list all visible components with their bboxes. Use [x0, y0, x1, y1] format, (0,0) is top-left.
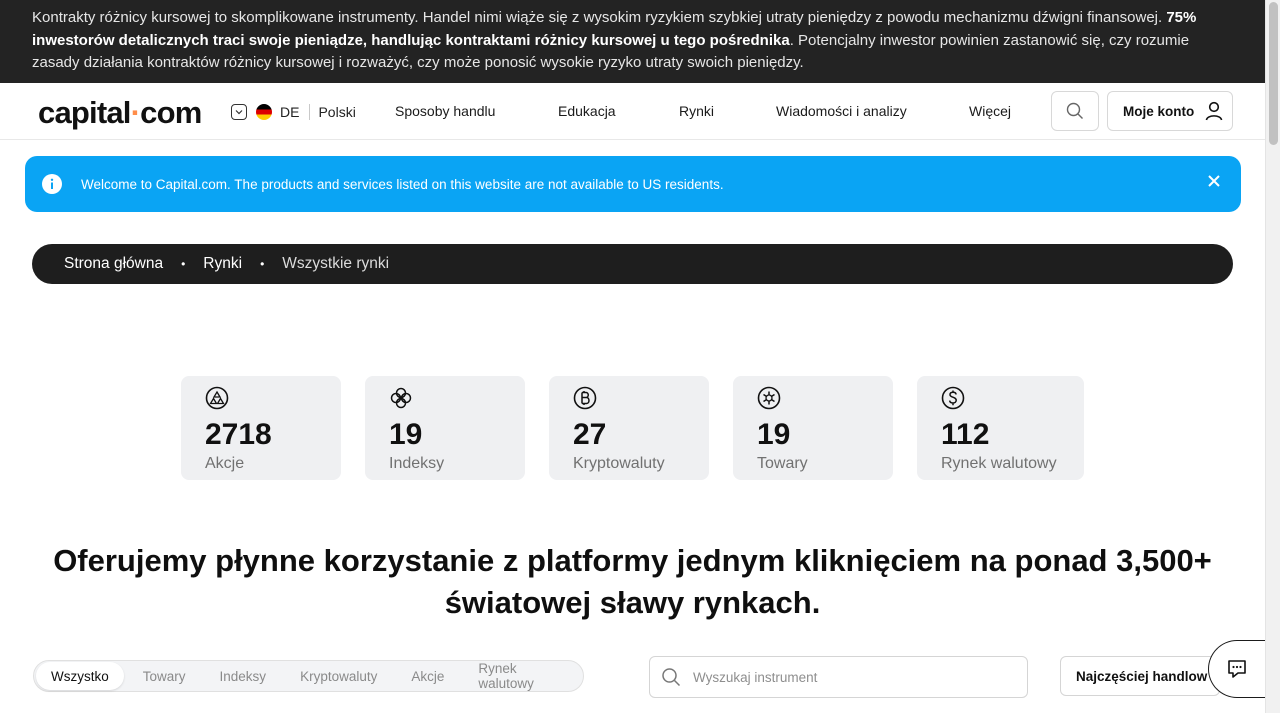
- card-label: Towary: [757, 455, 808, 472]
- card-label: Kryptowaluty: [573, 455, 665, 472]
- tab-commodities[interactable]: Towary: [128, 662, 201, 690]
- sort-label: Najczęściej handlow: [1076, 668, 1208, 684]
- instrument-search[interactable]: [649, 656, 1028, 698]
- card-count: 112: [941, 418, 990, 451]
- market-card-indices[interactable]: 19 Indeksy: [365, 376, 525, 480]
- page-scrollbar[interactable]: [1265, 0, 1280, 713]
- card-count: 27: [573, 418, 607, 451]
- market-card-commodities[interactable]: 19 Towary: [733, 376, 893, 480]
- nav-item-more[interactable]: Więcej: [969, 103, 1011, 119]
- breadcrumb-current: Wszystkie rynki: [282, 255, 390, 272]
- sort-dropdown[interactable]: Najczęściej handlow: [1060, 656, 1220, 696]
- info-icon: [42, 174, 62, 194]
- search-icon: [662, 668, 681, 687]
- chevron-down-icon[interactable]: [231, 104, 247, 120]
- chat-icon: [1228, 660, 1246, 678]
- search-icon: [1066, 102, 1083, 119]
- notice-text: Welcome to Capital.com. The products and…: [81, 176, 724, 192]
- language-label[interactable]: Polski: [318, 104, 355, 120]
- risk-warning-banner: Kontrakty różnicy kursowej to skomplikow…: [0, 0, 1265, 83]
- card-label: Indeksy: [389, 455, 445, 472]
- card-count: 19: [389, 418, 423, 451]
- tab-indices[interactable]: Indeksy: [205, 662, 282, 690]
- card-label: Rynek walutowy: [941, 455, 1057, 472]
- tab-forex[interactable]: Rynek walutowy: [463, 661, 579, 691]
- card-label: Akcje: [205, 455, 245, 472]
- shares-icon: [205, 386, 229, 410]
- card-count: 19: [757, 418, 791, 451]
- crypto-icon: [573, 386, 597, 410]
- tab-all[interactable]: Wszystko: [36, 662, 124, 690]
- my-account-label: Moje konto: [1123, 103, 1195, 119]
- market-card-shares[interactable]: 2718 Akcje: [181, 376, 341, 480]
- site-header: capital·com DE Polski Sposoby handlu Edu…: [0, 83, 1265, 140]
- market-card-forex[interactable]: 112 Rynek walutowy: [917, 376, 1084, 480]
- us-residents-notice: Welcome to Capital.com. The products and…: [25, 156, 1241, 212]
- tab-crypto[interactable]: Kryptowaluty: [285, 662, 392, 690]
- capital-logo[interactable]: capital·com: [38, 95, 202, 131]
- search-input[interactable]: [693, 669, 1013, 685]
- page-headline: Oferujemy płynne korzystanie z platformy…: [53, 543, 1212, 620]
- close-icon[interactable]: [1207, 174, 1221, 188]
- search-button[interactable]: [1051, 91, 1099, 131]
- card-count: 2718: [205, 418, 272, 451]
- nav-item-trading-ways[interactable]: Sposoby handlu: [395, 103, 495, 119]
- commodities-icon: [757, 386, 781, 410]
- nav-item-markets[interactable]: Rynki: [679, 103, 714, 119]
- indices-icon: [390, 387, 412, 409]
- market-card-crypto[interactable]: 27 Kryptowaluty: [549, 376, 709, 480]
- nav-item-education[interactable]: Edukacja: [558, 103, 616, 119]
- forex-icon: [941, 386, 965, 410]
- divider: [309, 104, 311, 120]
- scrollbar-thumb[interactable]: [1269, 2, 1278, 145]
- user-icon: [1205, 101, 1223, 121]
- language-selector[interactable]: DE Polski: [231, 103, 356, 121]
- breadcrumb-separator: •: [260, 257, 265, 271]
- breadcrumb-markets[interactable]: Rynki: [203, 255, 242, 273]
- germany-flag-icon: [256, 104, 272, 120]
- market-filter-tabs: Wszystko Towary Indeksy Kryptowaluty Akc…: [33, 660, 584, 692]
- breadcrumb: Strona główna • Rynki • Wszystkie rynki: [32, 244, 1233, 284]
- my-account-button[interactable]: Moje konto: [1107, 91, 1233, 131]
- breadcrumb-home[interactable]: Strona główna: [64, 255, 163, 273]
- breadcrumb-separator: •: [181, 257, 186, 271]
- nav-item-news-analysis[interactable]: Wiadomości i analizy: [776, 103, 907, 119]
- risk-text-before: Kontrakty różnicy kursowej to skomplikow…: [32, 9, 1167, 26]
- chat-widget-button[interactable]: [1208, 640, 1265, 698]
- tab-shares[interactable]: Akcje: [396, 662, 459, 690]
- region-code[interactable]: DE: [280, 104, 299, 120]
